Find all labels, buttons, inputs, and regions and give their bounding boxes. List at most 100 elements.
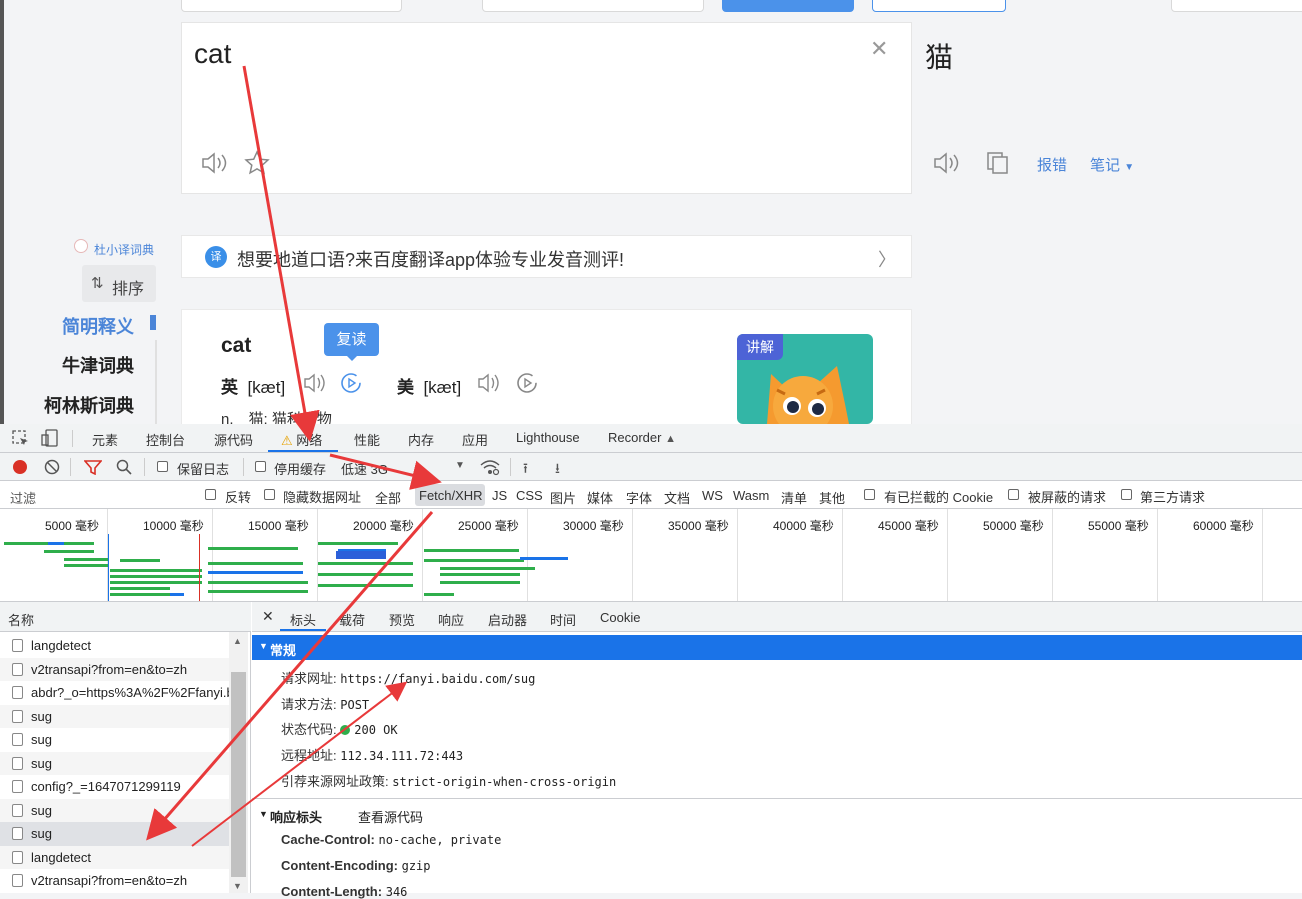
request-url-value: https://fanyi.baidu.com/sug <box>340 672 536 686</box>
tab-console[interactable]: 控制台 <box>146 430 185 449</box>
tab-elements[interactable]: 元素 <box>92 430 118 449</box>
side-item-oxford[interactable]: 牛津词典 <box>62 352 134 378</box>
source-textarea[interactable] <box>181 22 912 194</box>
type-filter-other[interactable]: 其他 <box>819 488 845 507</box>
us-repeat-icon[interactable] <box>515 371 539 395</box>
type-filter-css[interactable]: CSS <box>516 488 543 503</box>
throttle-select[interactable]: 低速 3G <box>341 459 388 478</box>
language-select-target[interactable] <box>482 0 704 12</box>
side-item-concise[interactable]: 简明释义 <box>62 313 134 339</box>
response-header-row: Cache-Control: no-cache, private <box>281 832 501 847</box>
caret-down-icon[interactable]: ▼ <box>455 460 465 471</box>
third-party-checkbox[interactable] <box>1121 489 1132 500</box>
detail-tab-response[interactable]: 响应 <box>438 610 464 629</box>
notes-link[interactable]: 笔记 ▼ <box>1090 154 1134 175</box>
response-headers-section-header[interactable]: ▼ 响应标头 查看源代码 <box>252 798 1302 828</box>
detail-tab-preview[interactable]: 预览 <box>389 610 415 629</box>
tick-label: 25000 毫秒 <box>458 519 519 533</box>
side-assistant-label[interactable]: 杜小译词典 <box>94 241 154 258</box>
side-item-collins[interactable]: 柯林斯词典 <box>44 392 134 418</box>
request-row[interactable]: v2transapi?from=en&to=zh <box>0 657 229 681</box>
remote-address-key: 远程地址: <box>281 748 337 763</box>
request-row[interactable]: abdr?_o=https%3A%2F%2Ffanyi.baidu.com <box>0 681 229 705</box>
waterfall-bar <box>110 593 170 596</box>
scroll-up-icon[interactable]: ▲ <box>233 636 242 646</box>
blocked-requests-checkbox[interactable] <box>1008 489 1019 500</box>
star-icon[interactable] <box>244 150 272 176</box>
clear-icon[interactable]: ✕ <box>870 36 888 62</box>
clear-log-icon[interactable] <box>44 459 60 475</box>
network-conditions-icon[interactable] <box>480 458 500 476</box>
request-row-selected[interactable]: sug <box>0 822 229 846</box>
export-har-icon[interactable]: ⭳ <box>555 458 560 482</box>
request-name: langdetect <box>31 638 91 653</box>
report-error-link[interactable]: 报错 <box>1037 154 1067 175</box>
uk-speaker-icon[interactable] <box>302 371 328 395</box>
request-row[interactable]: langdetect <box>0 845 229 869</box>
tab-memory[interactable]: 内存 <box>408 430 434 449</box>
detail-tab-initiator[interactable]: 启动器 <box>488 610 527 629</box>
detail-tab-timing[interactable]: 时间 <box>550 610 576 629</box>
document-icon <box>12 733 23 746</box>
document-icon <box>12 709 23 723</box>
type-filter-all[interactable]: 全部 <box>375 488 401 507</box>
source-text[interactable]: cat <box>194 38 231 70</box>
request-row[interactable]: sug <box>0 798 229 822</box>
tab-sources[interactable]: 源代码 <box>214 430 253 449</box>
type-filter-wasm[interactable]: Wasm <box>733 488 769 503</box>
secondary-button[interactable] <box>872 0 1006 12</box>
view-source-link[interactable]: 查看源代码 <box>358 807 423 826</box>
document-icon <box>12 803 23 817</box>
waterfall-bar <box>110 581 202 584</box>
search-icon[interactable] <box>116 459 132 475</box>
invert-checkbox[interactable] <box>205 489 216 500</box>
record-icon[interactable] <box>13 460 27 474</box>
request-row[interactable]: config?_=1647071299119 <box>0 775 229 799</box>
type-filter-ws[interactable]: WS <box>702 488 723 503</box>
translate-button[interactable] <box>722 0 854 12</box>
detail-tab-payload[interactable]: 载荷 <box>339 610 365 629</box>
name-column-header[interactable]: 名称 <box>8 610 34 629</box>
speaker-icon[interactable] <box>200 150 230 176</box>
timeline-overview[interactable]: 5000 毫秒 10000 毫秒 15000 毫秒 20000 毫秒 25000… <box>0 509 1302 602</box>
type-filter-fetch-xhr[interactable]: Fetch/XHR <box>419 488 483 503</box>
scroll-down-icon[interactable]: ▼ <box>233 881 242 891</box>
tab-performance[interactable]: 性能 <box>354 430 380 449</box>
tab-application[interactable]: 应用 <box>462 430 488 449</box>
tab-network[interactable]: ⚠ 网络 <box>281 430 322 449</box>
request-row[interactable]: sug <box>0 728 229 752</box>
inspect-icon[interactable] <box>12 430 30 448</box>
uk-repeat-icon[interactable] <box>339 371 363 395</box>
type-filter-manifest[interactable]: 清单 <box>781 488 807 507</box>
chevron-right-icon[interactable]: 〉 <box>878 246 896 272</box>
close-detail-icon[interactable]: ✕ <box>262 608 274 625</box>
request-row[interactable]: sug <box>0 751 229 775</box>
filter-icon[interactable] <box>84 460 102 475</box>
type-filter-media[interactable]: 媒体 <box>587 488 613 507</box>
import-har-icon[interactable]: ⭱ <box>523 458 528 482</box>
top-right-control[interactable] <box>1171 0 1302 12</box>
tab-recorder[interactable]: Recorder ▲ <box>608 430 676 445</box>
detail-tab-headers[interactable]: 标头 <box>290 610 316 629</box>
request-row[interactable]: langdetect <box>0 634 229 658</box>
type-filter-img[interactable]: 图片 <box>550 488 576 507</box>
device-toolbar-icon[interactable] <box>41 429 59 448</box>
copy-icon[interactable] <box>986 151 1010 175</box>
target-speaker-icon[interactable] <box>932 150 962 176</box>
tab-lighthouse[interactable]: Lighthouse <box>516 430 580 445</box>
general-section-header[interactable]: ▼ 常规 <box>252 635 1302 660</box>
request-row[interactable]: v2transapi?from=en&to=zh <box>0 869 229 893</box>
blocked-cookies-checkbox[interactable] <box>864 489 875 500</box>
request-row[interactable]: sug <box>0 704 229 728</box>
hide-data-urls-checkbox[interactable] <box>264 489 275 500</box>
type-filter-js[interactable]: JS <box>492 488 507 503</box>
us-speaker-icon[interactable] <box>476 371 502 395</box>
language-select-source[interactable] <box>181 0 402 12</box>
type-filter-doc[interactable]: 文档 <box>664 488 690 507</box>
preserve-log-checkbox[interactable] <box>157 461 168 472</box>
scrollbar-thumb[interactable] <box>231 672 246 877</box>
type-filter-font[interactable]: 字体 <box>626 488 652 507</box>
tick-line <box>947 509 948 601</box>
disable-cache-checkbox[interactable] <box>255 461 266 472</box>
detail-tab-cookies[interactable]: Cookie <box>600 610 640 625</box>
